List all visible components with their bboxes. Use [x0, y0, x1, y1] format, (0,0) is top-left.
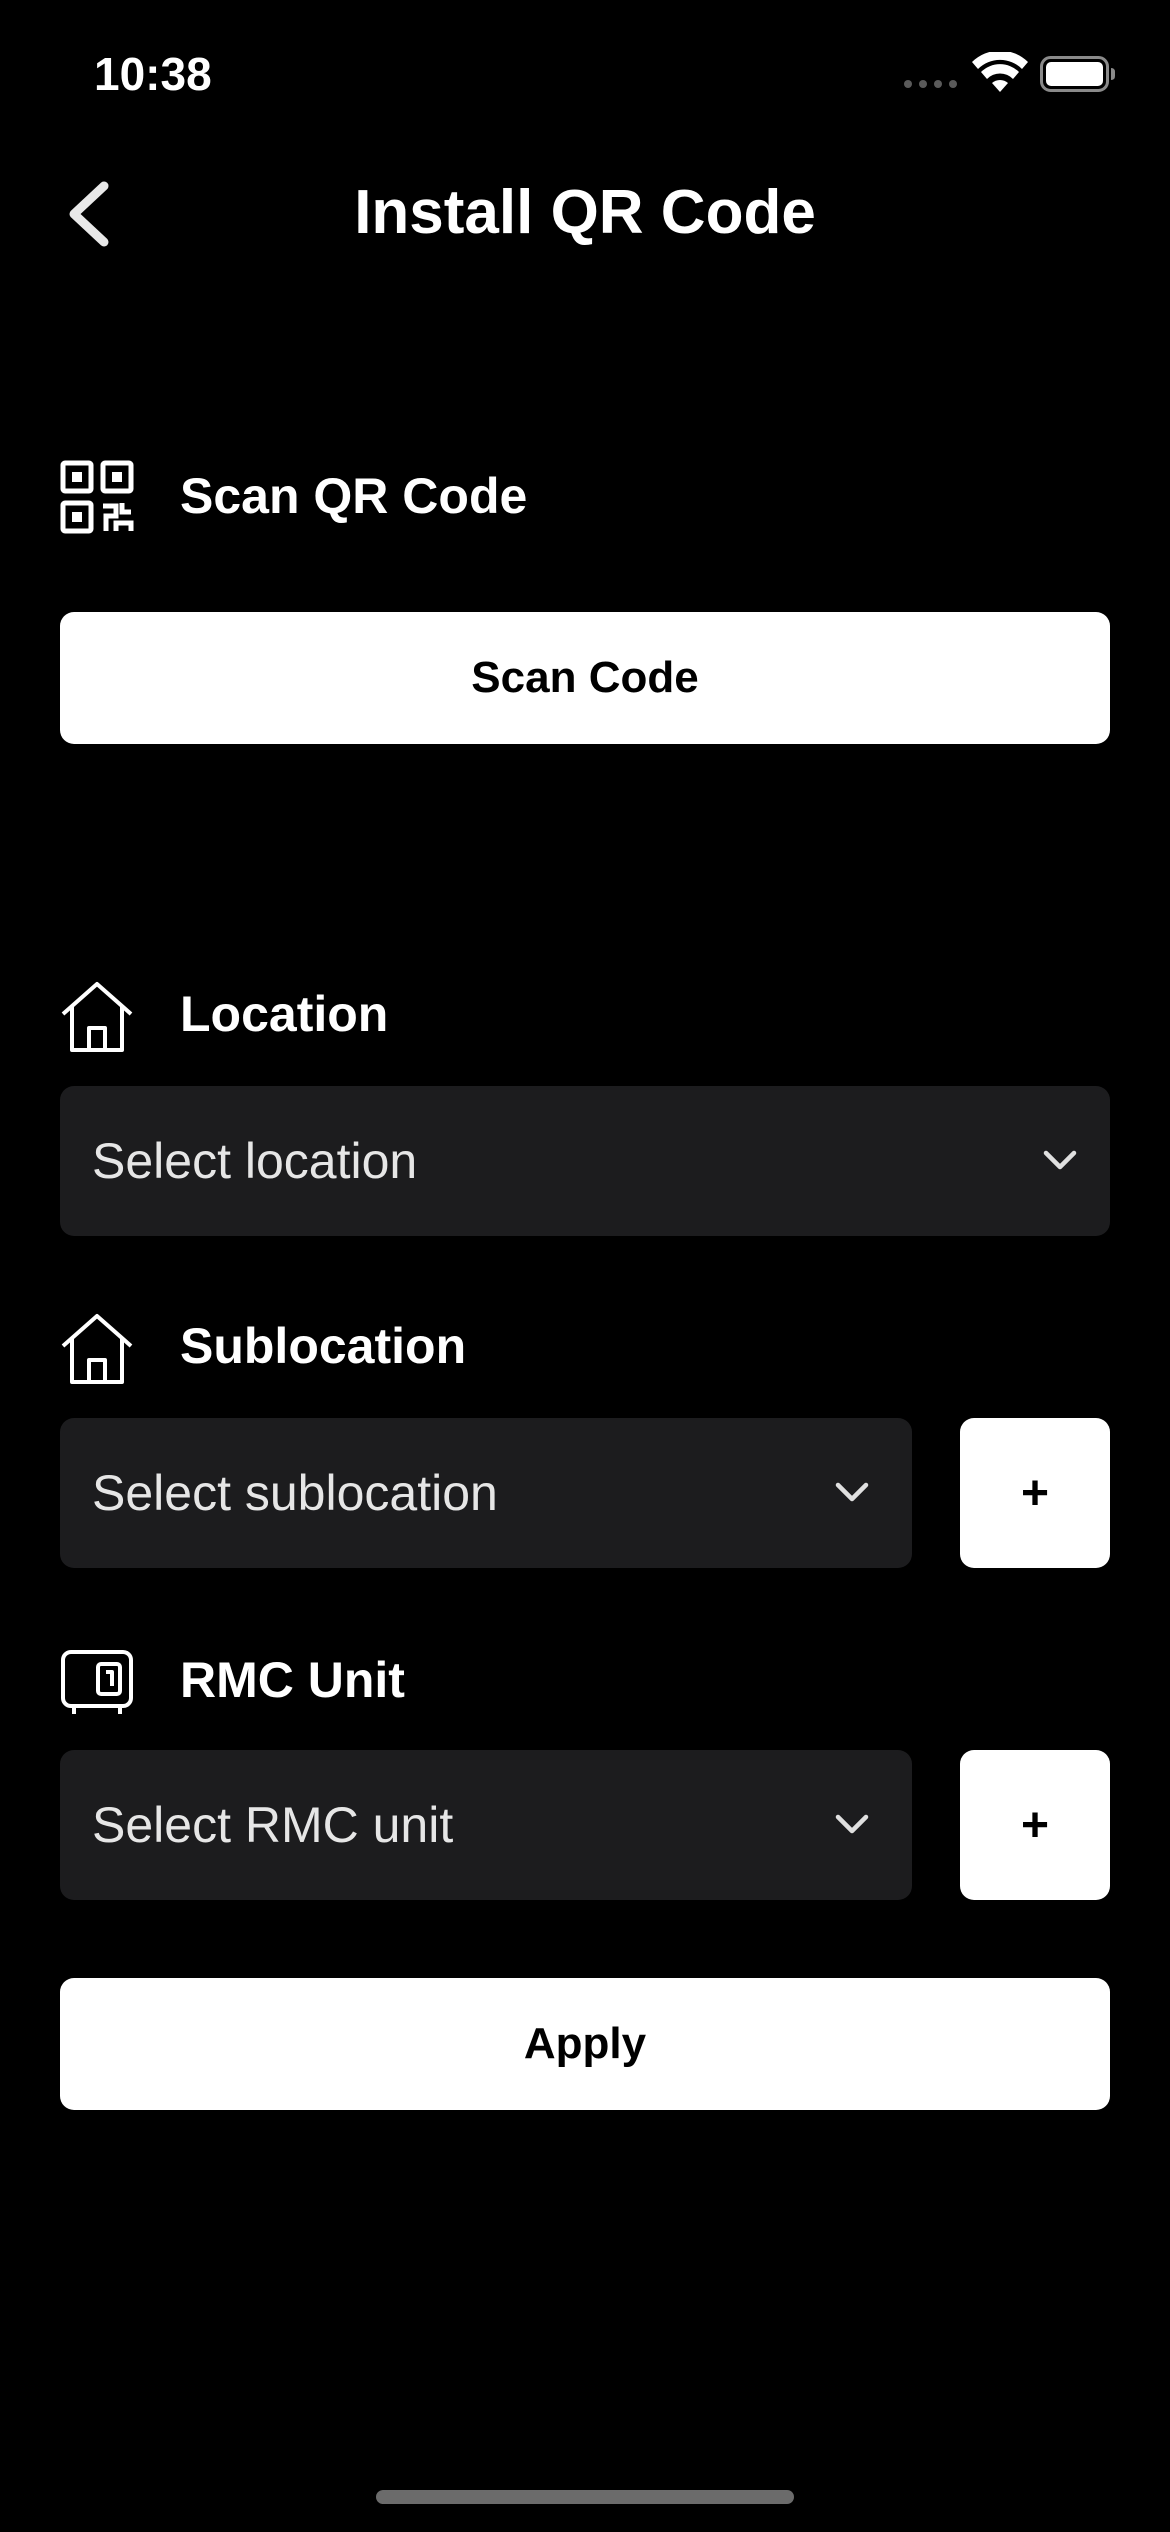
rmc-unit-section-label: RMC Unit	[180, 1652, 405, 1708]
cellular-signal-icon	[904, 80, 957, 88]
house-icon	[61, 1314, 133, 1384]
chevron-down-icon	[1043, 1150, 1077, 1170]
battery-icon	[1040, 56, 1115, 92]
scan-code-button-label: Scan Code	[471, 653, 699, 702]
rmc-unit-icon	[61, 1650, 133, 1714]
chevron-down-icon	[835, 1814, 869, 1834]
sublocation-select-placeholder: Select sublocation	[92, 1465, 498, 1521]
sublocation-select[interactable]: Select sublocation	[60, 1418, 912, 1568]
location-section-label: Location	[180, 986, 389, 1042]
scan-qr-section-label: Scan QR Code	[180, 468, 528, 524]
rmc-unit-select-placeholder: Select RMC unit	[92, 1797, 454, 1853]
location-select-placeholder: Select location	[92, 1133, 418, 1189]
qr-code-icon	[60, 460, 134, 534]
status-time: 10:38	[94, 48, 212, 100]
home-indicator[interactable]	[376, 2490, 794, 2504]
apply-button-label: Apply	[523, 2019, 647, 2068]
add-rmc-unit-button[interactable]: +	[960, 1750, 1110, 1900]
add-rmc-unit-label: +	[1020, 1798, 1050, 1852]
location-select[interactable]: Select location	[60, 1086, 1110, 1236]
house-icon	[61, 982, 133, 1052]
rmc-unit-select[interactable]: Select RMC unit	[60, 1750, 912, 1900]
wifi-icon	[972, 52, 1028, 92]
sublocation-section-label: Sublocation	[180, 1318, 467, 1374]
add-sublocation-label: +	[1020, 1466, 1050, 1520]
apply-button[interactable]: Apply	[60, 1978, 1110, 2110]
add-sublocation-button[interactable]: +	[960, 1418, 1110, 1568]
page-title: Install QR Code	[354, 178, 816, 247]
scan-code-button[interactable]: Scan Code	[60, 612, 1110, 744]
chevron-down-icon	[835, 1482, 869, 1502]
